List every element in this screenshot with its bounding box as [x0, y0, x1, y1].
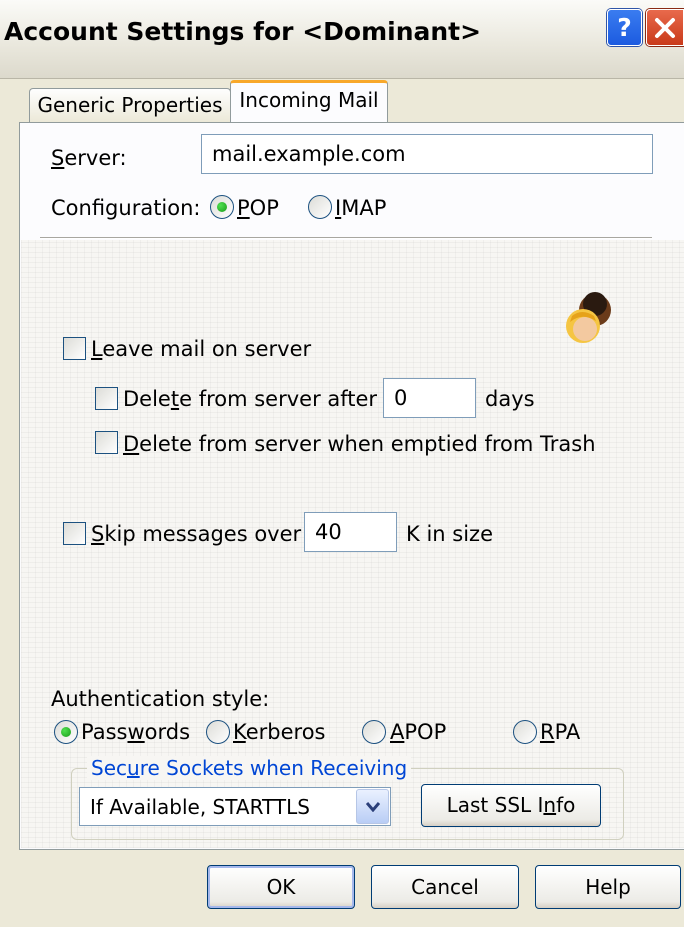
apop-label: APOP: [390, 720, 447, 744]
delete-trash-checkbox[interactable]: [95, 431, 118, 454]
ssl-group-title: Secure Sockets when Receiving: [87, 756, 412, 780]
tab-incoming-mail[interactable]: Incoming Mail: [230, 80, 388, 122]
close-button[interactable]: [646, 9, 684, 46]
days-label: days: [485, 387, 535, 411]
skip-messages-checkbox[interactable]: [63, 522, 86, 545]
ssl-select[interactable]: If Available, STARTTLS: [79, 787, 391, 826]
k-in-size-label: K in size: [406, 522, 493, 546]
imap-label: IMAP: [335, 196, 387, 220]
help-title-button[interactable]: ?: [607, 9, 642, 46]
delete-trash-label: Delete from server when emptied from Tra…: [123, 432, 596, 456]
apop-radio[interactable]: [362, 720, 386, 744]
kerberos-label: Kerberos: [233, 720, 326, 744]
rpa-radio[interactable]: [513, 720, 537, 744]
rpa-label: RPA: [540, 720, 581, 744]
users-icon: [564, 288, 614, 346]
dropdown-arrow-button[interactable]: [356, 789, 389, 824]
imap-radio[interactable]: [308, 195, 332, 219]
tab-generic-properties[interactable]: Generic Properties: [29, 88, 231, 122]
kerberos-radio[interactable]: [206, 720, 230, 744]
ssl-select-value: If Available, STARTTLS: [90, 795, 310, 819]
title-bar: Account Settings for <Dominant> ?: [0, 0, 684, 79]
cancel-button[interactable]: Cancel: [371, 865, 519, 909]
authentication-label: Authentication style:: [51, 687, 270, 711]
last-ssl-info-button[interactable]: Last SSL Info: [421, 784, 601, 827]
leave-mail-checkbox[interactable]: [63, 337, 86, 360]
delete-after-checkbox[interactable]: [95, 387, 118, 410]
skip-size-input[interactable]: 40: [304, 512, 397, 552]
pop-radio[interactable]: [210, 195, 234, 219]
delete-after-label: Delete from server after: [123, 387, 378, 411]
leave-mail-label: Leave mail on server: [91, 337, 312, 361]
pop-label: POP: [237, 196, 279, 220]
close-icon: [655, 18, 675, 38]
chevron-down-icon: [366, 802, 380, 812]
passwords-label: Passwords: [81, 720, 191, 744]
window-title: Account Settings for <Dominant>: [4, 17, 482, 46]
passwords-radio[interactable]: [54, 720, 78, 744]
server-label: Server:: [51, 146, 127, 170]
configuration-label: Configuration:: [51, 196, 201, 220]
separator: [40, 237, 652, 239]
radio-selected-dot: [217, 202, 227, 212]
skip-messages-label: Skip messages over: [91, 522, 302, 546]
server-input[interactable]: mail.example.com: [201, 134, 653, 174]
radio-selected-dot: [61, 727, 71, 737]
help-button[interactable]: Help: [535, 865, 681, 909]
ok-button[interactable]: OK: [207, 865, 355, 909]
delete-days-input[interactable]: 0: [383, 378, 476, 418]
